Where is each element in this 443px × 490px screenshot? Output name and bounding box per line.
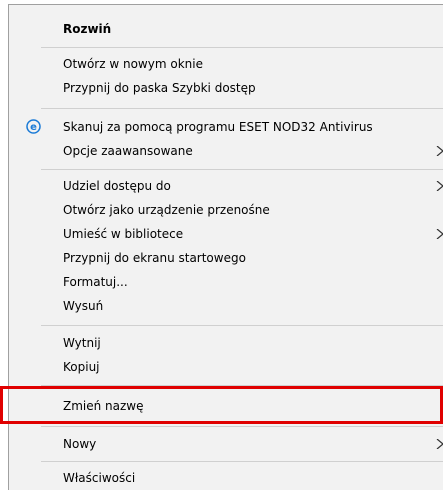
menu-item-eset-scan[interactable]: e Skanuj za pomocą programu ESET NOD32 A…	[9, 115, 443, 139]
menu-separator	[41, 108, 443, 109]
menu-item-cut[interactable]: Wytnij	[9, 331, 443, 355]
menu-item-include-in-library[interactable]: Umieść w bibliotece	[9, 222, 443, 246]
menu-item-give-access[interactable]: Udziel dostępu do	[9, 174, 443, 198]
chevron-right-icon	[436, 146, 443, 156]
menu-item-open-new-window-label: Otwórz w nowym oknie	[63, 57, 203, 71]
menu-item-pin-to-start[interactable]: Przypnij do ekranu startowego	[9, 246, 443, 270]
menu-item-copy-label: Kopiuj	[63, 360, 100, 374]
svg-text:e: e	[30, 122, 37, 133]
menu-separator	[41, 426, 443, 427]
menu-item-open-portable-device-label: Otwórz jako urządzenie przenośne	[63, 203, 270, 217]
menu-item-new[interactable]: Nowy	[9, 432, 443, 456]
menu-item-properties[interactable]: Właściwości	[9, 466, 443, 490]
menu-item-open-portable-device[interactable]: Otwórz jako urządzenie przenośne	[9, 198, 443, 222]
menu-item-pin-to-start-label: Przypnij do ekranu startowego	[63, 251, 246, 265]
menu-item-new-label: Nowy	[63, 437, 97, 451]
eset-icon: e	[26, 119, 41, 134]
menu-separator	[41, 169, 443, 170]
menu-item-format-label: Formatuj...	[63, 275, 128, 289]
menu-item-format[interactable]: Formatuj...	[9, 270, 443, 294]
menu-item-advanced-options-label: Opcje zaawansowane	[63, 144, 193, 158]
menu-item-pin-quick-access[interactable]: Przypnij do paska Szybki dostęp	[9, 76, 443, 100]
menu-item-expand-label: Rozwiń	[63, 22, 112, 36]
menu-item-eject-label: Wysuń	[63, 299, 104, 313]
menu-item-give-access-label: Udziel dostępu do	[63, 179, 171, 193]
menu-item-pin-quick-access-label: Przypnij do paska Szybki dostęp	[63, 81, 256, 95]
menu-item-eject[interactable]: Wysuń	[9, 294, 443, 318]
menu-separator	[41, 47, 443, 48]
menu-item-advanced-options[interactable]: Opcje zaawansowane	[9, 139, 443, 163]
menu-separator	[41, 325, 443, 326]
menu-item-cut-label: Wytnij	[63, 336, 101, 350]
menu-item-expand[interactable]: Rozwiń	[9, 17, 443, 41]
menu-item-include-in-library-label: Umieść w bibliotece	[63, 227, 184, 241]
chevron-right-icon	[436, 181, 443, 191]
menu-item-properties-label: Właściwości	[63, 471, 136, 485]
menu-item-copy[interactable]: Kopiuj	[9, 355, 443, 379]
chevron-right-icon	[436, 229, 443, 239]
menu-item-eset-scan-label: Skanuj za pomocą programu ESET NOD32 Ant…	[63, 120, 373, 134]
chevron-right-icon	[436, 439, 443, 449]
menu-separator	[41, 461, 443, 462]
menu-item-open-new-window[interactable]: Otwórz w nowym oknie	[9, 52, 443, 76]
rename-highlight-box	[0, 386, 443, 424]
